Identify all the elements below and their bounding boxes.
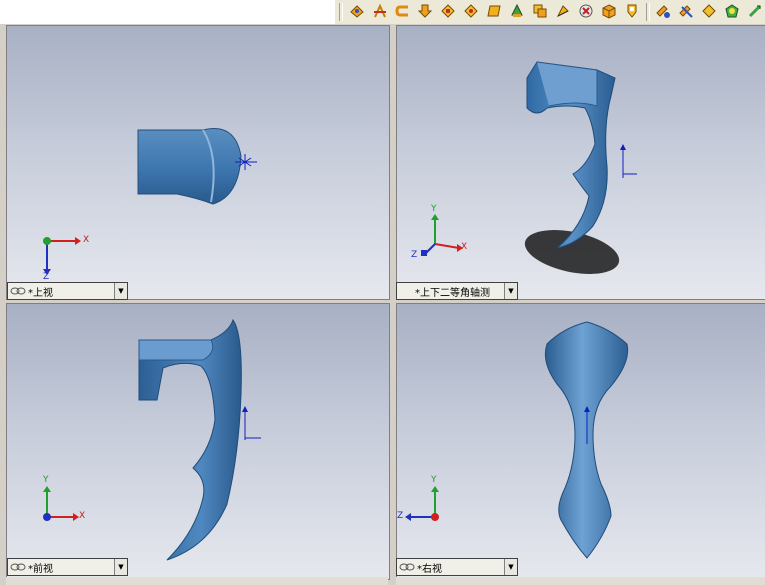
view-label-text: *上视 (28, 287, 53, 299)
view-toolbar (0, 0, 765, 24)
axis-x-label: X (83, 235, 90, 245)
left-edge-strip (0, 24, 5, 585)
link-views-icon[interactable] (654, 2, 672, 20)
front-view-icon[interactable] (371, 2, 389, 20)
view-selector-dimetric[interactable]: *上下二等角轴测 ▼ (396, 282, 518, 300)
viewport-dimetric-view[interactable]: Y X Z (396, 25, 765, 300)
dimetric-icon[interactable] (554, 2, 572, 20)
isometric-icon[interactable] (508, 2, 526, 20)
link-icon (10, 563, 26, 571)
normal-to-icon[interactable] (348, 2, 366, 20)
right-view-icon[interactable] (439, 2, 457, 20)
perspective-icon[interactable] (746, 2, 764, 20)
zoom-icon[interactable] (700, 2, 718, 20)
view-label-text: *上下二等角轴测 (415, 287, 490, 299)
axis-y-label: Y (43, 475, 49, 485)
shaded-icon[interactable] (723, 2, 741, 20)
trimetric-icon[interactable] (531, 2, 549, 20)
scrollbar-right[interactable] (396, 577, 765, 585)
scrollbar-front[interactable] (6, 577, 388, 585)
chevron-down-icon[interactable]: ▼ (504, 559, 517, 575)
axis-x-label: X (461, 242, 468, 252)
chevron-down-icon[interactable]: ▼ (114, 559, 127, 575)
toolbar-blank-area (0, 0, 335, 24)
bottom-view-icon[interactable] (485, 2, 503, 20)
back-view-icon[interactable] (394, 2, 412, 20)
view-selector-top[interactable]: *上视 ▼ (7, 282, 128, 300)
axis-z-label: Z (43, 272, 50, 282)
view-label-text: *右视 (417, 563, 442, 575)
single-view-icon[interactable] (577, 2, 595, 20)
section-view-icon[interactable] (677, 2, 695, 20)
four-view-icon[interactable] (623, 2, 641, 20)
axis-y-label: Y (431, 204, 437, 214)
view-selector-front[interactable]: *前视 ▼ (7, 558, 128, 576)
viewport-top-view[interactable]: X Z (6, 25, 390, 300)
axis-x-label: X (79, 511, 86, 521)
axis-y-label: Y (431, 475, 437, 485)
part-top-view (137, 128, 242, 205)
viewport-right-view[interactable]: Y Z (396, 303, 765, 580)
two-view-icon[interactable] (600, 2, 618, 20)
toolbar-separator (339, 3, 343, 21)
link-icon (10, 287, 26, 295)
axis-z-label: Z (411, 250, 418, 260)
link-icon (399, 563, 415, 571)
top-view-icon[interactable] (462, 2, 480, 20)
chevron-down-icon[interactable]: ▼ (504, 283, 517, 299)
left-view-icon[interactable] (416, 2, 434, 20)
chevron-down-icon[interactable]: ▼ (114, 283, 127, 299)
axis-z-label: Z (397, 511, 404, 521)
viewport-front-view[interactable]: Y X (6, 303, 390, 580)
part-shadow (524, 230, 620, 274)
view-selector-right[interactable]: *右视 ▼ (396, 558, 518, 576)
view-label-text: *前视 (28, 563, 53, 575)
